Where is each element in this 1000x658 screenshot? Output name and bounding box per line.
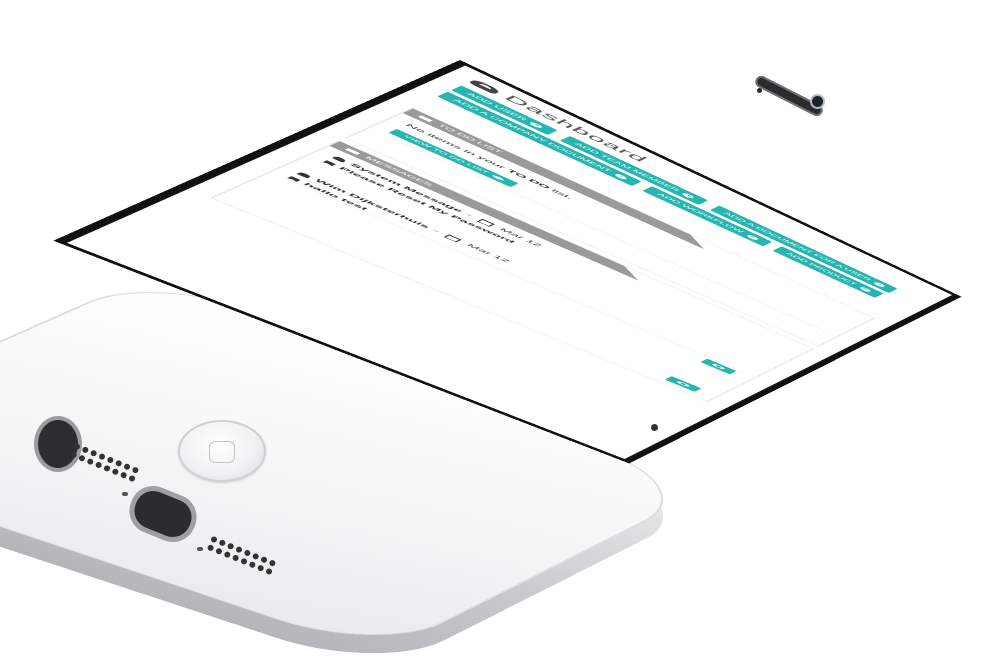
eye-icon: [491, 175, 506, 182]
product-mockup: Dashboard ADD USER + ADD TEAM MEMBER + A…: [0, 0, 1000, 658]
list-icon: [418, 115, 433, 122]
user-icon: [332, 155, 348, 163]
front-camera-icon: [812, 96, 823, 107]
user-icon: [296, 171, 313, 179]
message-sep: -: [463, 212, 475, 218]
message-sender: Wim Dijksterhuis: [312, 178, 432, 230]
screw: [122, 492, 128, 496]
plus-circle-icon: +: [529, 121, 545, 129]
todo-empty-suffix: list.: [545, 187, 575, 200]
upload-icon: ↑: [872, 281, 886, 288]
eye-icon: [675, 380, 691, 388]
view-message-button[interactable]: [664, 376, 702, 392]
upload-icon: ↑: [613, 173, 629, 180]
headphone-jack: [38, 420, 78, 468]
message-sep: -: [430, 228, 442, 234]
home-button-glyph: [209, 441, 235, 463]
plus-circle-icon: +: [745, 233, 760, 241]
plus-circle-icon: +: [858, 286, 872, 293]
bookmark-icon: [323, 160, 337, 166]
plus-circle-icon: +: [681, 192, 696, 200]
microphone-hole: [651, 424, 658, 431]
screw: [197, 547, 203, 551]
